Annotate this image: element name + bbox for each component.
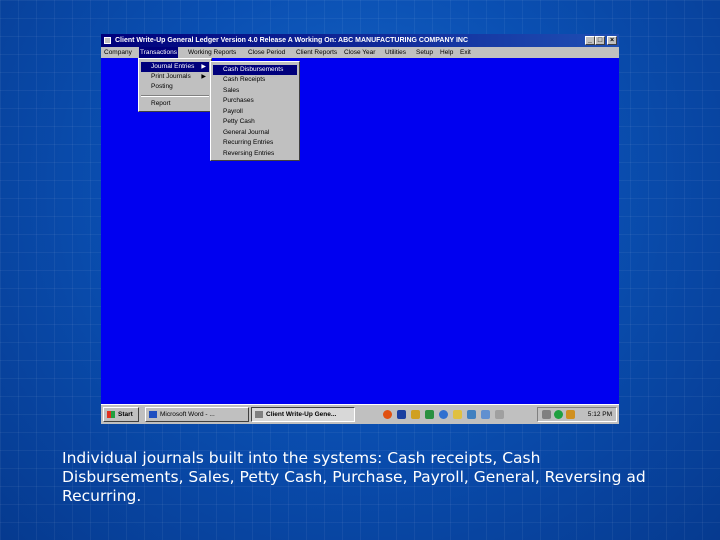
tray-antivirus-icon[interactable] (554, 410, 563, 419)
menu-bar: Company Transactions Working Reports Clo… (101, 47, 619, 58)
app-icon (104, 37, 111, 44)
start-button[interactable]: Start (103, 407, 139, 422)
menu-item-label: Print Journals (151, 73, 191, 80)
menu-help[interactable]: Help (439, 47, 454, 58)
quicklaunch-outlook-icon[interactable] (439, 410, 448, 419)
submenu-sales[interactable]: Sales (213, 86, 297, 96)
menu-item-print-journals[interactable]: Print Journals ▶ (141, 72, 209, 82)
app-window-icon (255, 411, 263, 418)
close-button[interactable]: × (607, 36, 617, 45)
submenu-payroll[interactable]: Payroll (213, 107, 297, 117)
menu-client-reports[interactable]: Client Reports (295, 47, 338, 58)
transactions-dropdown: Journal Entries ▶ Print Journals ▶ Posti… (138, 58, 212, 112)
task-button-word[interactable]: Microsoft Word - ... (145, 407, 249, 422)
quicklaunch-folder-icon[interactable] (425, 410, 434, 419)
menu-item-label: Report (151, 100, 171, 107)
taskbar: Start Microsoft Word - ... Client Write-… (101, 404, 619, 424)
submenu-purchases[interactable]: Purchases (213, 96, 297, 106)
journal-entries-submenu: Cash Disbursements Cash Receipts Sales P… (210, 61, 300, 161)
menu-close-period[interactable]: Close Period (247, 47, 286, 58)
submenu-recurring-entries[interactable]: Recurring Entries (213, 138, 297, 148)
quicklaunch-word-icon[interactable] (481, 410, 490, 419)
menu-item-posting[interactable]: Posting (141, 82, 209, 92)
task-label: Client Write-Up Gene... (266, 411, 337, 418)
submenu-cash-receipts[interactable]: Cash Receipts (213, 75, 297, 85)
submenu-arrow-icon: ▶ (201, 64, 206, 70)
menu-item-label: Posting (151, 83, 173, 90)
maximize-button[interactable]: □ (595, 36, 605, 45)
menu-separator (141, 95, 209, 97)
tray-volume-icon[interactable] (566, 410, 575, 419)
menu-setup[interactable]: Setup (415, 47, 434, 58)
submenu-reversing-entries[interactable]: Reversing Entries (213, 149, 297, 159)
menu-working-reports[interactable]: Working Reports (187, 47, 237, 58)
submenu-cash-disbursements[interactable]: Cash Disbursements (213, 65, 297, 75)
menu-item-report[interactable]: Report (141, 99, 209, 109)
menu-company[interactable]: Company (103, 47, 133, 58)
quicklaunch-desktop-icon[interactable] (453, 410, 462, 419)
word-doc-icon (149, 411, 157, 418)
start-label: Start (118, 411, 133, 418)
menu-transactions[interactable]: Transactions (139, 47, 178, 58)
quicklaunch-browser-icon[interactable] (383, 410, 392, 419)
menu-item-journal-entries[interactable]: Journal Entries ▶ (141, 62, 209, 72)
submenu-arrow-icon: ▶ (201, 74, 206, 80)
screenshot-frame: Client Write-Up General Ledger Version 4… (101, 34, 619, 424)
menu-utilities[interactable]: Utilities (384, 47, 407, 58)
quicklaunch-app-icon[interactable] (397, 410, 406, 419)
menu-close-year[interactable]: Close Year (343, 47, 376, 58)
tray-network-icon[interactable] (542, 410, 551, 419)
window-title: Client Write-Up General Ledger Version 4… (115, 37, 469, 44)
minimize-button[interactable]: _ (585, 36, 595, 45)
quicklaunch-explorer-icon[interactable] (467, 410, 476, 419)
menu-exit[interactable]: Exit (459, 47, 472, 58)
taskbar-clock[interactable]: 5:12 PM (588, 408, 612, 421)
quicklaunch-misc-icon[interactable] (495, 410, 504, 419)
submenu-general-journal[interactable]: General Journal (213, 128, 297, 138)
submenu-petty-cash[interactable]: Petty Cash (213, 117, 297, 127)
slide-caption: Individual journals built into the syste… (62, 449, 646, 505)
window-title-bar[interactable]: Client Write-Up General Ledger Version 4… (101, 34, 619, 47)
task-button-client-write-up[interactable]: Client Write-Up Gene... (251, 407, 355, 422)
menu-item-label: Journal Entries (151, 63, 195, 70)
quicklaunch-font-icon[interactable] (411, 410, 420, 419)
windows-logo-icon (107, 411, 115, 418)
system-tray: 5:12 PM (537, 407, 617, 422)
task-label: Microsoft Word - ... (160, 411, 215, 418)
